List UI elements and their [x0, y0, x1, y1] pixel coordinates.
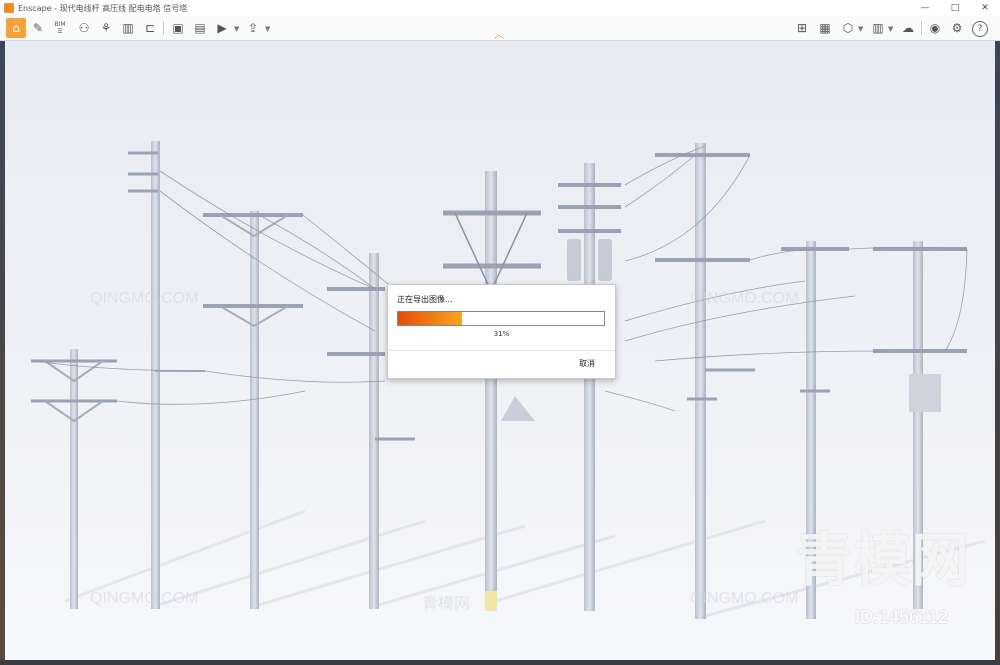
batch-render-icon[interactable]: ▤ — [190, 18, 210, 38]
cancel-button[interactable]: 取消 — [579, 358, 595, 369]
collapse-toolbar-chevron-icon[interactable]: ︿ — [494, 26, 504, 41]
books-icon[interactable]: ▥ — [868, 18, 888, 38]
cloud-icon[interactable]: ☁ — [898, 18, 918, 38]
enscape-logo-icon — [4, 3, 14, 13]
progress-bar — [397, 311, 605, 326]
title-bar[interactable]: Enscape - 现代电线杆 高压线 配电电塔 信号塔 — □ ✕ — [0, 0, 1000, 16]
bottom-frame-edge — [0, 660, 1000, 665]
gamepad-icon[interactable]: ⚇ — [74, 18, 94, 38]
eye-icon[interactable]: ◉ — [925, 18, 945, 38]
gear-icon[interactable]: ⚙ — [947, 18, 967, 38]
export-progress-dialog: 正在导出图像... 31% 取消 — [387, 284, 616, 379]
asset-icon[interactable]: ⚘ — [96, 18, 116, 38]
bim-label: BIM — [54, 21, 66, 28]
bim-icon[interactable]: BIM ☰ — [50, 18, 70, 38]
dialog-divider — [388, 350, 615, 351]
gallery-icon[interactable]: ▦ — [815, 18, 835, 38]
ruler-icon[interactable]: ✎ — [28, 18, 48, 38]
chair-icon[interactable]: ⊏ — [140, 18, 160, 38]
maximize-button[interactable]: □ — [940, 0, 970, 16]
home-icon[interactable]: ⌂ — [6, 18, 26, 38]
buildings-icon[interactable]: ▥ — [118, 18, 138, 38]
progress-percent: 31% — [493, 330, 510, 338]
video-export-icon[interactable]: ▶ — [212, 18, 232, 38]
cube-icon[interactable]: ⬡ — [838, 18, 858, 38]
close-button[interactable]: ✕ — [970, 0, 1000, 16]
progress-fill — [398, 312, 462, 325]
screenshot-icon[interactable]: ▣ — [168, 18, 188, 38]
enscape-window: Enscape - 现代电线杆 高压线 配电电塔 信号塔 — □ ✕ ⌂ ✎ B… — [0, 0, 1000, 665]
chevron-down-icon[interactable]: ▼ — [888, 25, 893, 33]
chevron-down-icon[interactable]: ▼ — [858, 25, 863, 33]
export-icon[interactable]: ⇪ — [243, 18, 263, 38]
map-icon[interactable]: ⊞ — [792, 18, 812, 38]
chevron-down-icon[interactable]: ▼ — [234, 25, 239, 33]
right-frame-edge — [995, 41, 1000, 665]
chevron-down-icon[interactable]: ▼ — [265, 25, 270, 33]
window-title: Enscape - 现代电线杆 高压线 配电电塔 信号塔 — [18, 3, 188, 13]
dialog-title: 正在导出图像... — [397, 295, 453, 304]
help-icon[interactable]: ? — [972, 21, 988, 37]
minimize-button[interactable]: — — [910, 0, 940, 16]
